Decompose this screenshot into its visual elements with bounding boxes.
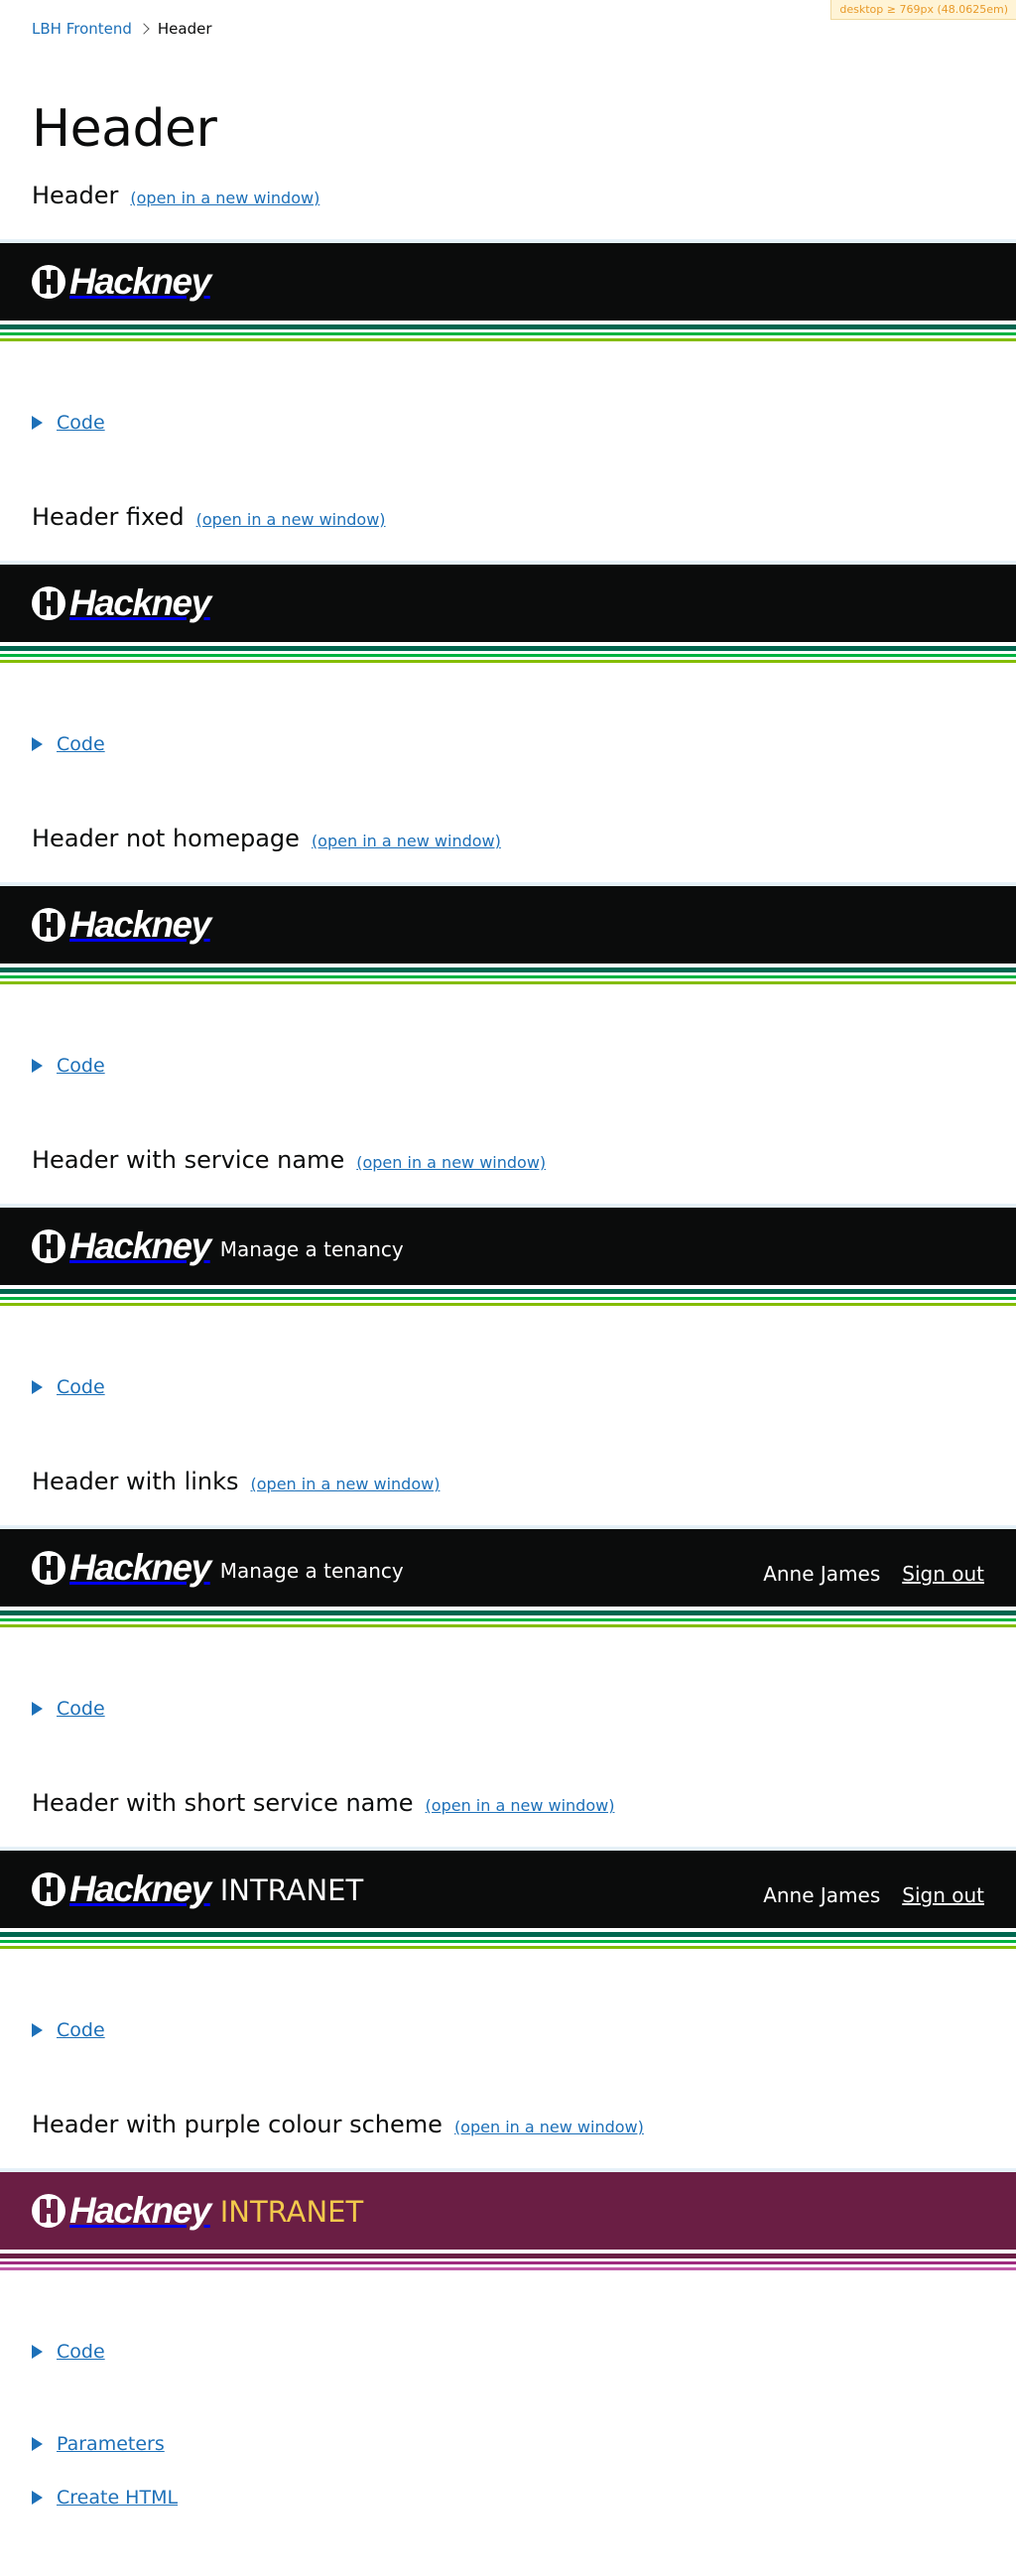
code-toggle-label: Code bbox=[57, 2341, 105, 2363]
sign-out-link[interactable]: Sign out bbox=[902, 1562, 984, 1586]
hackney-logo-icon bbox=[32, 2194, 65, 2228]
hackney-logo-link[interactable]: Hackney bbox=[32, 582, 211, 624]
hackney-logo-text: Hackney bbox=[69, 1547, 211, 1588]
example-title: Header with short service name bbox=[32, 1789, 414, 1817]
expand-triangle-icon bbox=[32, 416, 43, 430]
example-preview-frame: Hackney bbox=[0, 239, 1016, 352]
expand-triangle-icon bbox=[32, 2345, 43, 2359]
parameters-toggle[interactable]: Parameters bbox=[32, 2433, 165, 2455]
example-preview-frame: Hackney INTRANET bbox=[0, 2168, 1016, 2281]
example-preview-frame: Hackney Manage a tenancy bbox=[0, 1204, 1016, 1317]
service-name-link[interactable]: Manage a tenancy bbox=[220, 1237, 404, 1261]
header-stripes bbox=[0, 1928, 1016, 1954]
service-name-link[interactable]: INTRANET bbox=[220, 2195, 364, 2229]
hackney-logo-icon bbox=[32, 1872, 65, 1906]
open-new-window-link[interactable]: (open in a new window) bbox=[426, 1796, 615, 1815]
create-html-toggle[interactable]: Create HTML bbox=[32, 2487, 178, 2509]
user-name: Anne James bbox=[763, 1883, 881, 1907]
expand-triangle-icon bbox=[32, 737, 43, 751]
expand-triangle-icon bbox=[32, 1059, 43, 1073]
breadcrumb-link-lbh-frontend[interactable]: LBH Frontend bbox=[32, 20, 132, 38]
hackney-logo-text: Hackney bbox=[69, 1225, 211, 1266]
breakpoint-indicator: desktop ≥ 769px (48.0625em) bbox=[830, 0, 1016, 20]
hackney-logo-text: Hackney bbox=[69, 1868, 211, 1909]
hackney-logo-link[interactable]: Hackney bbox=[32, 904, 211, 946]
open-new-window-link[interactable]: (open in a new window) bbox=[454, 2118, 644, 2136]
hackney-logo-link[interactable]: Hackney bbox=[32, 2190, 211, 2232]
hackney-logo-link[interactable]: Hackney bbox=[32, 261, 211, 303]
header-stripes bbox=[0, 964, 1016, 989]
open-new-window-link[interactable]: (open in a new window) bbox=[196, 510, 386, 529]
hackney-header: Hackney Manage a tenancy Anne James Sign… bbox=[0, 1529, 1016, 1607]
example-title: Header with purple colour scheme bbox=[32, 2111, 443, 2138]
example-title: Header with links bbox=[32, 1468, 239, 1495]
open-new-window-link[interactable]: (open in a new window) bbox=[356, 1153, 546, 1172]
service-name-link[interactable]: Manage a tenancy bbox=[220, 1559, 404, 1583]
expand-triangle-icon bbox=[32, 1380, 43, 1394]
header-stripes bbox=[0, 1607, 1016, 1632]
example-title: Header bbox=[32, 182, 119, 209]
chevron-right-icon bbox=[138, 23, 150, 35]
create-html-toggle-label: Create HTML bbox=[57, 2487, 179, 2509]
hackney-header: Hackney Manage a tenancy bbox=[0, 1208, 1016, 1285]
header-stripes bbox=[0, 2250, 1016, 2275]
example-title: Header not homepage bbox=[32, 825, 300, 852]
example-preview-frame: Hackney bbox=[0, 882, 1016, 995]
code-toggle-label: Code bbox=[57, 412, 105, 434]
sign-out-link[interactable]: Sign out bbox=[902, 1883, 984, 1907]
hackney-logo-text: Hackney bbox=[69, 582, 211, 623]
code-toggle[interactable]: Code bbox=[32, 733, 105, 755]
example-preview-frame: Hackney INTRANET Anne James Sign out bbox=[0, 1847, 1016, 1960]
hackney-header: Hackney INTRANET Anne James Sign out bbox=[0, 1851, 1016, 1928]
expand-triangle-icon bbox=[32, 2437, 43, 2451]
code-toggle-label: Code bbox=[57, 2019, 105, 2041]
example-title: Header fixed bbox=[32, 503, 185, 531]
parameters-toggle-label: Parameters bbox=[57, 2433, 165, 2455]
breadcrumb-current: Header bbox=[157, 20, 212, 38]
user-name: Anne James bbox=[763, 1562, 881, 1586]
hackney-logo-text: Hackney bbox=[69, 2190, 211, 2231]
code-toggle[interactable]: Code bbox=[32, 1055, 105, 1077]
example-preview-frame: Hackney Manage a tenancy Anne James Sign… bbox=[0, 1525, 1016, 1638]
page-title: Header bbox=[32, 99, 217, 159]
hackney-header: Hackney INTRANET bbox=[0, 2172, 1016, 2250]
hackney-logo-icon bbox=[32, 265, 65, 299]
hackney-logo-text: Hackney bbox=[69, 904, 211, 945]
open-new-window-link[interactable]: (open in a new window) bbox=[251, 1475, 441, 1493]
code-toggle-label: Code bbox=[57, 1376, 105, 1398]
hackney-logo-link[interactable]: Hackney bbox=[32, 1225, 211, 1267]
hackney-header: Hackney bbox=[0, 886, 1016, 964]
breadcrumb: LBH Frontend Header bbox=[32, 20, 212, 38]
header-stripes bbox=[0, 1285, 1016, 1311]
code-toggle-label: Code bbox=[57, 733, 105, 755]
open-new-window-link[interactable]: (open in a new window) bbox=[312, 832, 501, 850]
hackney-logo-text: Hackney bbox=[69, 261, 211, 302]
example-preview-frame: Hackney bbox=[0, 561, 1016, 674]
expand-triangle-icon bbox=[32, 2491, 43, 2505]
hackney-logo-link[interactable]: Hackney bbox=[32, 1547, 211, 1589]
hackney-header: Hackney bbox=[0, 565, 1016, 642]
code-toggle-label: Code bbox=[57, 1698, 105, 1720]
hackney-logo-icon bbox=[32, 908, 65, 942]
code-toggle-label: Code bbox=[57, 1055, 105, 1077]
hackney-logo-icon bbox=[32, 1229, 65, 1263]
code-toggle[interactable]: Code bbox=[32, 1698, 105, 1720]
example-title: Header with service name bbox=[32, 1146, 345, 1174]
hackney-logo-icon bbox=[32, 1551, 65, 1585]
expand-triangle-icon bbox=[32, 1702, 43, 1716]
code-toggle[interactable]: Code bbox=[32, 1376, 105, 1398]
code-toggle[interactable]: Code bbox=[32, 412, 105, 434]
code-toggle[interactable]: Code bbox=[32, 2341, 105, 2363]
open-new-window-link[interactable]: (open in a new window) bbox=[130, 189, 319, 207]
service-name-link[interactable]: INTRANET bbox=[220, 1873, 364, 1907]
header-user-links: Anne James Sign out bbox=[763, 1535, 984, 1612]
expand-triangle-icon bbox=[32, 2023, 43, 2037]
header-user-links: Anne James Sign out bbox=[763, 1857, 984, 1934]
header-stripes bbox=[0, 642, 1016, 668]
hackney-logo-link[interactable]: Hackney bbox=[32, 1868, 211, 1910]
header-stripes bbox=[0, 321, 1016, 346]
hackney-header: Hackney bbox=[0, 243, 1016, 321]
hackney-logo-icon bbox=[32, 586, 65, 620]
code-toggle[interactable]: Code bbox=[32, 2019, 105, 2041]
